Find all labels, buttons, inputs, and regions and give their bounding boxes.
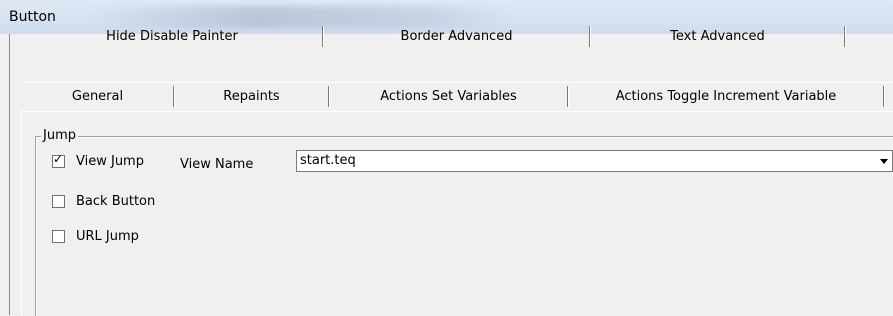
jump-group-label: Jump bbox=[41, 128, 78, 143]
tab-row-divider bbox=[21, 82, 893, 83]
tab-general[interactable]: General bbox=[21, 86, 174, 107]
url-jump-row: URL Jump bbox=[52, 227, 139, 245]
window-title: Button bbox=[9, 9, 56, 25]
url-jump-checkbox[interactable] bbox=[52, 229, 65, 243]
tab-separator bbox=[883, 86, 884, 107]
tab-hide-disable-painter[interactable]: Hide Disable Painter bbox=[21, 26, 323, 47]
view-name-combobox[interactable]: start.teq bbox=[296, 150, 893, 172]
view-name-value: start.teq bbox=[300, 153, 356, 168]
tab-label: Actions Toggle Increment Variable bbox=[615, 89, 837, 104]
back-button-label: Back Button bbox=[76, 193, 156, 209]
tab-label: Repaints bbox=[223, 89, 280, 104]
tab-separator bbox=[844, 26, 845, 47]
tab-actions-toggle-increment-variable[interactable]: Actions Toggle Increment Variable bbox=[568, 86, 884, 107]
tab-actions-set-variables[interactable]: Actions Set Variables bbox=[329, 86, 568, 107]
tab-repaints[interactable]: Repaints bbox=[174, 86, 329, 107]
view-jump-row: View Jump bbox=[52, 152, 144, 170]
tab-border-advanced[interactable]: Border Advanced bbox=[323, 26, 590, 47]
dropdown-arrow-icon[interactable] bbox=[875, 151, 892, 171]
view-jump-label: View Jump bbox=[76, 153, 144, 169]
view-name-label: View Name bbox=[180, 157, 254, 172]
tab-label: Border Advanced bbox=[400, 29, 513, 44]
tab-panel-top-edge bbox=[21, 111, 893, 112]
tab-label: Hide Disable Painter bbox=[106, 29, 238, 44]
back-button-row: Back Button bbox=[52, 192, 155, 210]
view-jump-checkbox[interactable] bbox=[52, 152, 65, 168]
tab-panel-left-edge bbox=[21, 111, 22, 315]
tab-label: Actions Set Variables bbox=[380, 89, 517, 104]
url-jump-label: URL Jump bbox=[76, 228, 139, 244]
blurred-menu-area bbox=[90, 6, 510, 28]
back-button-checkbox[interactable] bbox=[52, 194, 65, 208]
tab-label: Text Advanced bbox=[670, 29, 765, 44]
tab-label: General bbox=[71, 89, 124, 104]
tab-text-advanced[interactable]: Text Advanced bbox=[590, 26, 845, 47]
